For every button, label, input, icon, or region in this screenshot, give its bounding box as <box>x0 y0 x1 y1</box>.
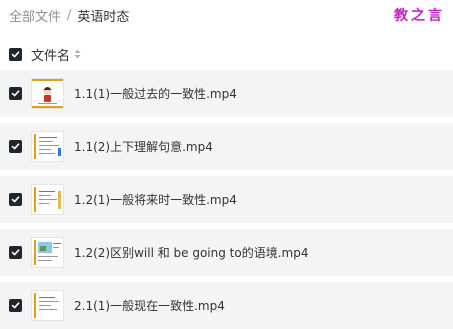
check-icon <box>11 90 20 97</box>
check-icon <box>11 196 20 203</box>
breadcrumb-separator: / <box>67 7 72 23</box>
file-row[interactable]: 1.1(2)上下理解句意.mp4 <box>0 123 453 170</box>
file-row[interactable]: 1.2(2)区别will 和 be going to的语境.mp4 <box>0 229 453 276</box>
file-checkbox[interactable] <box>9 87 22 100</box>
file-name[interactable]: 1.1(1)一般过去的一致性.mp4 <box>74 85 237 102</box>
breadcrumb-all-files[interactable]: 全部文件 <box>9 6 61 25</box>
file-name[interactable]: 1.1(2)上下理解句意.mp4 <box>74 138 213 155</box>
video-thumbnail[interactable] <box>31 290 64 321</box>
file-row[interactable]: 1.1(1)一般过去的一致性.mp4 <box>0 70 453 117</box>
video-thumbnail[interactable] <box>31 131 64 162</box>
column-header-filename[interactable]: 文件名 <box>31 45 70 64</box>
select-all-checkbox[interactable] <box>9 47 22 61</box>
file-row[interactable]: 2.1(1)一般现在一致性.mp4 <box>0 282 453 329</box>
breadcrumb: 全部文件 / 英语时态 <box>9 6 130 25</box>
sort-icon[interactable] <box>74 49 81 59</box>
video-thumbnail[interactable] <box>31 184 64 215</box>
video-thumbnail[interactable] <box>31 78 64 109</box>
check-icon <box>11 143 20 150</box>
check-icon <box>11 302 20 309</box>
file-checkbox[interactable] <box>9 193 22 206</box>
check-icon <box>11 249 20 256</box>
breadcrumb-current-folder: 英语时态 <box>77 9 130 25</box>
file-checkbox[interactable] <box>9 140 22 153</box>
file-name[interactable]: 2.1(1)一般现在一致性.mp4 <box>74 297 225 314</box>
file-name[interactable]: 1.2(1)一般将来时一致性.mp4 <box>74 191 237 208</box>
watermark-logo: 教之言 <box>394 8 445 24</box>
video-thumbnail[interactable] <box>31 237 64 268</box>
file-checkbox[interactable] <box>9 246 22 259</box>
file-row[interactable]: 1.2(1)一般将来时一致性.mp4 <box>0 176 453 223</box>
file-name[interactable]: 1.2(2)区别will 和 be going to的语境.mp4 <box>74 244 308 261</box>
file-list-header: 文件名 <box>0 40 453 68</box>
check-icon <box>11 50 20 57</box>
file-checkbox[interactable] <box>9 299 22 312</box>
